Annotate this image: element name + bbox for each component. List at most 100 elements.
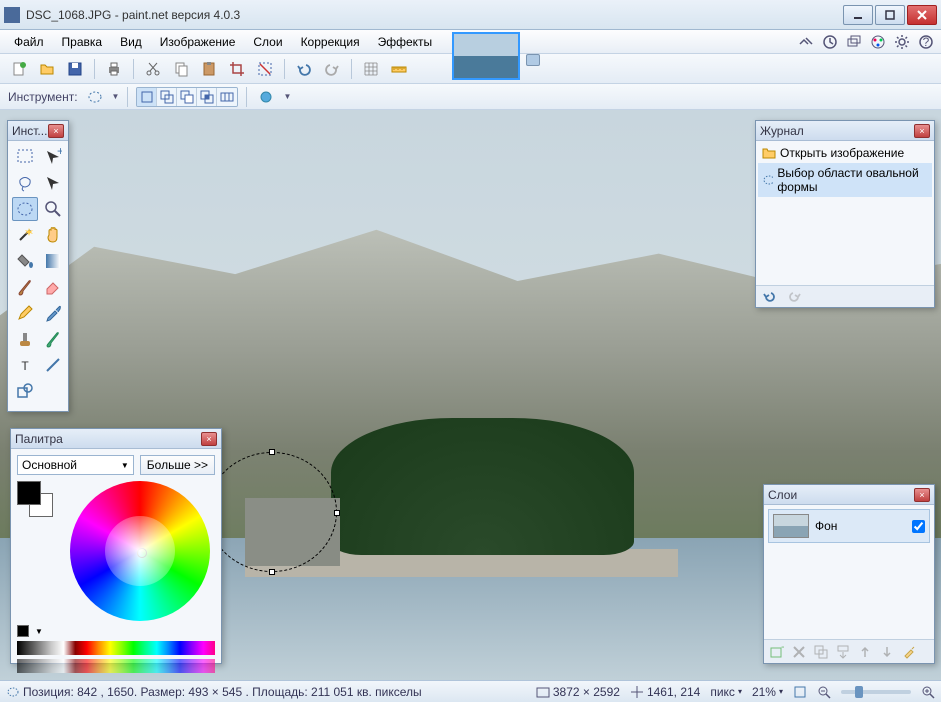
paste-button[interactable] — [198, 58, 220, 80]
zoom-tool[interactable] — [40, 197, 66, 221]
menu-layers[interactable]: Слои — [245, 33, 290, 51]
tools-window-toggle-icon[interactable] — [797, 33, 815, 51]
deselect-button[interactable] — [254, 58, 276, 80]
maximize-button[interactable] — [875, 5, 905, 25]
brush-tool[interactable] — [12, 275, 38, 299]
selection-marquee[interactable] — [207, 452, 337, 572]
color-palette-strip[interactable] — [17, 641, 215, 655]
save-button[interactable] — [64, 58, 86, 80]
pencil-tool[interactable] — [12, 301, 38, 325]
flood-mode-button[interactable] — [255, 86, 277, 108]
history-window-toggle-icon[interactable] — [821, 33, 839, 51]
pan-tool[interactable] — [40, 223, 66, 247]
lasso-tool[interactable] — [12, 171, 38, 195]
layer-properties-button[interactable] — [900, 643, 918, 661]
move-layer-up-button[interactable] — [856, 643, 874, 661]
merge-down-button[interactable] — [834, 643, 852, 661]
open-button[interactable] — [36, 58, 58, 80]
tools-panel-close-button[interactable]: × — [48, 124, 64, 138]
magic-wand-tool[interactable] — [12, 223, 38, 247]
zoom-level[interactable]: 21% ▾ — [752, 685, 783, 699]
tools-panel-header[interactable]: Инст... × — [8, 121, 68, 141]
menu-file[interactable]: Файл — [6, 33, 52, 51]
history-item[interactable]: Выбор области овальной формы — [758, 163, 932, 197]
close-button[interactable] — [907, 5, 937, 25]
help-icon[interactable]: ? — [917, 33, 935, 51]
history-panel-header[interactable]: Журнал × — [756, 121, 934, 141]
delete-layer-button[interactable] — [790, 643, 808, 661]
eraser-tool[interactable] — [40, 275, 66, 299]
menu-edit[interactable]: Правка — [54, 33, 111, 51]
crop-button[interactable] — [226, 58, 248, 80]
copy-button[interactable] — [170, 58, 192, 80]
color-palette-strip-2[interactable] — [17, 659, 215, 673]
history-item[interactable]: Открыть изображение — [758, 143, 932, 163]
settings-icon[interactable] — [893, 33, 911, 51]
ellipse-select-tool[interactable] — [12, 197, 38, 221]
minimize-button[interactable] — [843, 5, 873, 25]
colors-panel-close-button[interactable]: × — [201, 432, 217, 446]
menu-image[interactable]: Изображение — [152, 33, 244, 51]
new-button[interactable] — [8, 58, 30, 80]
rect-select-tool[interactable] — [12, 145, 38, 169]
dropdown-arrow-icon[interactable]: ▼ — [112, 92, 120, 101]
foreground-color-swatch[interactable] — [17, 481, 41, 505]
recolor-tool[interactable] — [40, 327, 66, 351]
zoom-fit-button[interactable] — [793, 685, 807, 699]
gradient-tool[interactable] — [40, 249, 66, 273]
ruler-button[interactable] — [388, 58, 410, 80]
zoom-slider-thumb[interactable] — [855, 686, 863, 698]
selection-intersect-button[interactable] — [197, 88, 217, 106]
redo-button[interactable] — [321, 58, 343, 80]
zoom-in-button[interactable] — [921, 685, 935, 699]
units-text: пикс — [710, 685, 735, 699]
move-selection-tool[interactable]: + — [40, 145, 66, 169]
selection-xor-button[interactable] — [217, 88, 237, 106]
duplicate-layer-button[interactable] — [812, 643, 830, 661]
layer-visibility-checkbox[interactable] — [912, 520, 925, 533]
color-swatches[interactable] — [17, 481, 57, 521]
grid-button[interactable] — [360, 58, 382, 80]
cut-button[interactable] — [142, 58, 164, 80]
menu-effects[interactable]: Эффекты — [370, 33, 441, 51]
color-wheel[interactable] — [70, 481, 210, 621]
chevron-down-icon[interactable]: ▼ — [35, 627, 43, 636]
move-pixels-tool[interactable] — [40, 171, 66, 195]
line-tool[interactable] — [40, 353, 66, 377]
menu-view[interactable]: Вид — [112, 33, 150, 51]
layer-thumbnail — [773, 514, 809, 538]
more-colors-button[interactable]: Больше >> — [140, 455, 215, 475]
layers-panel-close-button[interactable]: × — [914, 488, 930, 502]
bucket-tool[interactable] — [12, 249, 38, 273]
colors-panel-header[interactable]: Палитра × — [11, 429, 221, 449]
undo-button[interactable] — [293, 58, 315, 80]
dropdown-arrow-icon[interactable]: ▼ — [283, 92, 291, 101]
selection-add-button[interactable] — [157, 88, 177, 106]
color-wheel-cursor[interactable] — [137, 548, 147, 558]
zoom-out-button[interactable] — [817, 685, 831, 699]
document-list-dropdown[interactable] — [526, 54, 540, 66]
selection-replace-button[interactable] — [137, 88, 157, 106]
history-redo-button[interactable] — [786, 290, 802, 304]
zoom-slider[interactable] — [841, 690, 911, 694]
add-layer-button[interactable]: + — [768, 643, 786, 661]
layer-item[interactable]: Фон — [768, 509, 930, 543]
print-button[interactable] — [103, 58, 125, 80]
layers-panel-header[interactable]: Слои × — [764, 485, 934, 505]
text-tool[interactable]: T — [12, 353, 38, 377]
document-thumbnail[interactable] — [452, 32, 520, 80]
palette-add-icon[interactable] — [17, 625, 29, 637]
layers-window-toggle-icon[interactable] — [845, 33, 863, 51]
menu-adjustments[interactable]: Коррекция — [293, 33, 368, 51]
history-undo-button[interactable] — [762, 290, 778, 304]
shapes-tool[interactable] — [12, 379, 38, 403]
eyedropper-tool[interactable] — [40, 301, 66, 325]
colors-window-toggle-icon[interactable] — [869, 33, 887, 51]
selection-subtract-button[interactable] — [177, 88, 197, 106]
color-mode-dropdown[interactable]: Основной ▼ — [17, 455, 134, 475]
history-panel-close-button[interactable]: × — [914, 124, 930, 138]
current-tool-icon[interactable] — [84, 86, 106, 108]
units-selector[interactable]: пикс ▾ — [710, 685, 742, 699]
clone-tool[interactable] — [12, 327, 38, 351]
move-layer-down-button[interactable] — [878, 643, 896, 661]
